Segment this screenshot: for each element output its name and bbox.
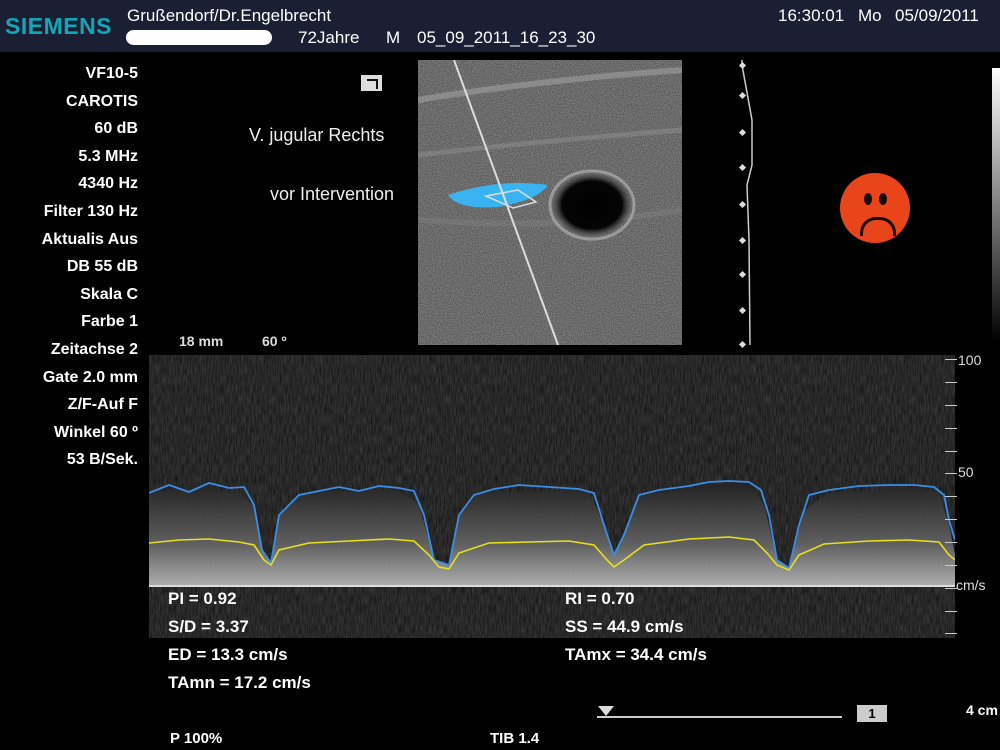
tamx-value: TAmx = 34.4 cm/s bbox=[565, 645, 707, 664]
param-update: Z/F-Auf F bbox=[67, 396, 138, 414]
tib-value: TIB 1.4 bbox=[490, 730, 540, 747]
state-label: vor Intervention bbox=[270, 184, 395, 204]
cine-slider-handle[interactable] bbox=[598, 706, 614, 716]
ri-value: RI = 0.70 bbox=[565, 589, 635, 608]
depth-label: 18 mm bbox=[179, 333, 224, 349]
angle-label: 60 º bbox=[262, 333, 287, 349]
depth-ruler bbox=[738, 60, 762, 350]
param-aktualis: Aktualis Aus bbox=[41, 230, 138, 248]
param-gain: 60 dB bbox=[94, 120, 138, 138]
param-prf: 4340 Hz bbox=[78, 175, 138, 193]
param-gate: Gate 2.0 mm bbox=[42, 368, 138, 386]
ed-value: ED = 13.3 cm/s bbox=[168, 645, 288, 664]
parameter-list: VF10-5 CAROTIS 60 dB 5.3 MHz 4340 Hz Fil… bbox=[42, 60, 138, 474]
exam-date: 05/09/2011 bbox=[895, 6, 979, 25]
param-db: DB 55 dB bbox=[66, 258, 138, 276]
velocity-scale: 100 50 cm/s bbox=[945, 352, 1000, 638]
weekday: Mo bbox=[858, 6, 882, 25]
patient-name: Grußendorf/Dr.Engelbrecht bbox=[127, 6, 332, 25]
scale-top-label: 100 bbox=[958, 352, 982, 368]
param-scale: Skala C bbox=[80, 285, 138, 303]
page-indicator[interactable]: 1 bbox=[857, 705, 887, 722]
param-framerate: 53 B/Sek. bbox=[66, 451, 138, 469]
cine-slider-track[interactable] bbox=[597, 716, 842, 718]
siemens-logo: SIEMENS bbox=[5, 13, 113, 39]
sad-face-icon bbox=[840, 173, 910, 243]
param-transducer: VF10-5 bbox=[85, 65, 138, 82]
redaction-mark bbox=[126, 30, 272, 45]
scale-unit-label: cm/s bbox=[956, 577, 986, 593]
param-angle: Winkel 60 º bbox=[54, 423, 138, 441]
param-filter: Filter 130 Hz bbox=[43, 202, 138, 220]
b-mode-image bbox=[418, 60, 682, 345]
patient-sex: M bbox=[386, 28, 401, 47]
depth-cm-label: 4 cm bbox=[966, 702, 998, 718]
orientation-marker-icon bbox=[361, 75, 382, 91]
pi-value: PI = 0.92 bbox=[168, 589, 237, 608]
sd-value: S/D = 3.37 bbox=[168, 617, 249, 636]
tamn-value: TAmn = 17.2 cm/s bbox=[168, 673, 311, 692]
scale-mid-label: 50 bbox=[958, 464, 974, 480]
clock-time: 16:30:01 bbox=[778, 6, 845, 25]
patient-age: 72Jahre bbox=[298, 28, 360, 47]
param-timebase: Zeitachse 2 bbox=[50, 340, 138, 358]
param-frequency: 5.3 MHz bbox=[78, 147, 138, 165]
ss-value: SS = 44.9 cm/s bbox=[565, 617, 684, 636]
param-color: Farbe 1 bbox=[81, 313, 138, 331]
study-id: 05_09_2011_16_23_30 bbox=[417, 28, 596, 47]
doppler-spectrum bbox=[148, 355, 956, 638]
power-value: P 100% bbox=[170, 730, 223, 747]
vessel-label: V. jugular Rechts bbox=[249, 125, 385, 145]
param-preset: CAROTIS bbox=[66, 92, 138, 110]
grayscale-bar bbox=[992, 68, 1000, 343]
